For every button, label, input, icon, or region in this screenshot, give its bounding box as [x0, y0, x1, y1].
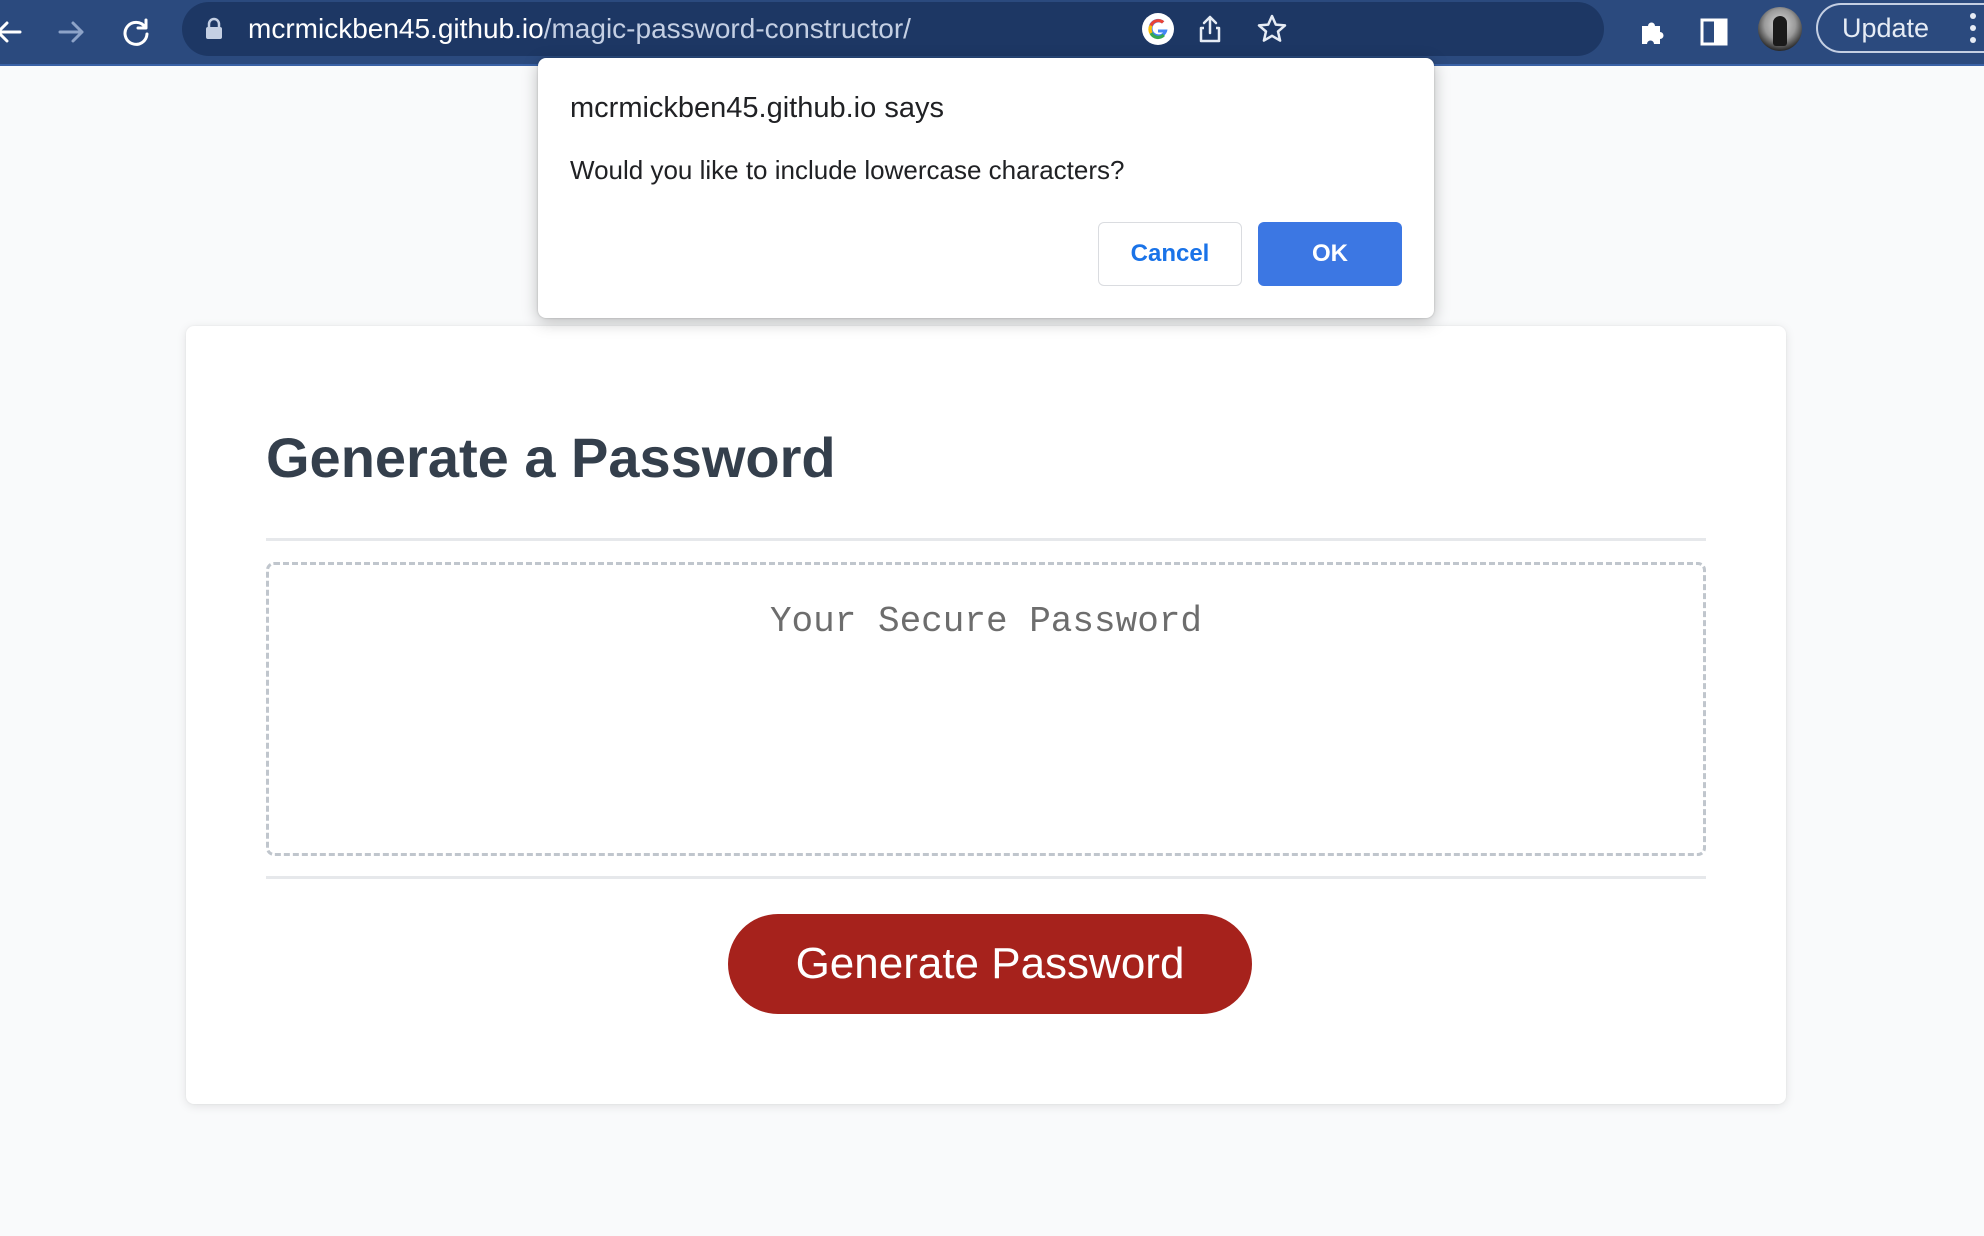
cancel-button[interactable]: Cancel: [1098, 222, 1242, 286]
forward-button[interactable]: [48, 8, 96, 56]
alert-dialog: mcrmickben45.github.io says Would you li…: [538, 58, 1434, 318]
url-text[interactable]: mcrmickben45.github.io/magic-password-co…: [248, 2, 911, 56]
arrow-right-icon: [58, 21, 84, 43]
password-output[interactable]: [266, 562, 1706, 856]
bottom-divider: [266, 876, 1706, 879]
back-button[interactable]: [0, 8, 32, 56]
update-button[interactable]: Update: [1816, 3, 1984, 53]
password-card: Generate a Password Generate Password: [186, 326, 1786, 1104]
puzzle-icon: [1642, 22, 1664, 44]
profile-avatar[interactable]: [1758, 7, 1802, 51]
bookmark-button[interactable]: [1254, 11, 1290, 47]
kebab-menu-icon[interactable]: [1970, 11, 1976, 45]
ok-button[interactable]: OK: [1258, 222, 1402, 286]
google-lens-button[interactable]: [1140, 11, 1176, 47]
star-icon: [1257, 14, 1287, 42]
extensions-button[interactable]: [1630, 10, 1674, 54]
avatar-figure: [1773, 16, 1787, 46]
url-host: mcrmickben45.github.io: [248, 13, 544, 44]
arrow-left-icon: [0, 21, 22, 43]
page-title: Generate a Password: [266, 426, 836, 489]
reload-icon: [123, 18, 149, 46]
share-icon: [1199, 15, 1221, 43]
lock-icon[interactable]: [204, 17, 224, 46]
side-panel-button[interactable]: [1692, 10, 1736, 54]
update-label: Update: [1842, 13, 1930, 43]
side-panel-icon: [1700, 18, 1728, 46]
address-bar[interactable]: mcrmickben45.github.io/magic-password-co…: [182, 2, 1604, 56]
top-divider: [266, 538, 1706, 541]
dialog-title: mcrmickben45.github.io says: [570, 92, 944, 124]
browser-toolbar: mcrmickben45.github.io/magic-password-co…: [0, 0, 1984, 66]
google-icon: [1142, 13, 1174, 45]
dialog-message: Would you like to include lowercase char…: [570, 155, 1125, 185]
url-path: /magic-password-constructor/: [543, 13, 911, 44]
generate-password-button[interactable]: Generate Password: [728, 914, 1252, 1014]
reload-button[interactable]: [112, 8, 160, 56]
share-button[interactable]: [1192, 11, 1228, 47]
